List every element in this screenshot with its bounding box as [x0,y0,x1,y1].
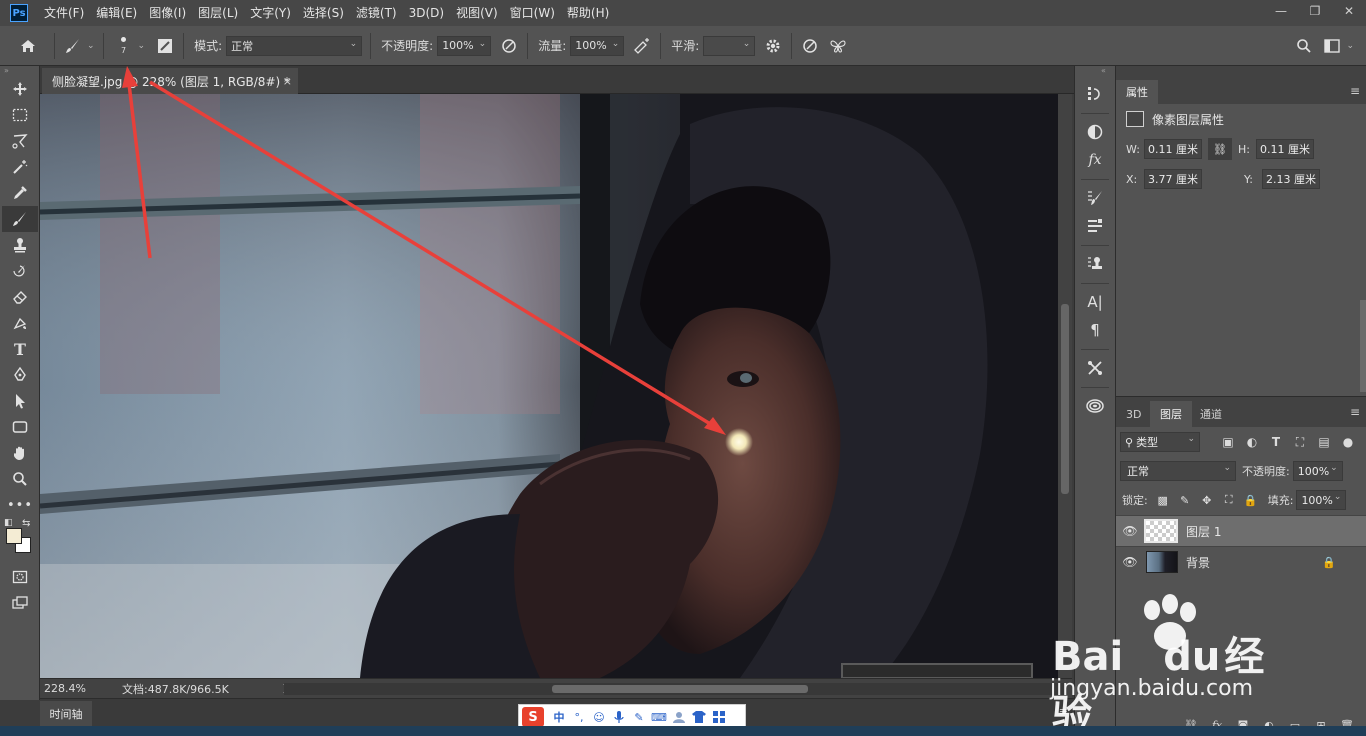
paragraph-panel-icon[interactable]: ¶ [1075,316,1115,344]
filter-adjustment-icon[interactable]: ◐ [1240,432,1264,452]
width-input[interactable]: 0.11 厘米 [1144,139,1202,159]
foreground-color-swatch[interactable] [6,528,22,544]
lock-pixels-icon[interactable]: ✎ [1174,494,1196,507]
height-input[interactable]: 0.11 厘米 [1256,139,1314,159]
chevron-down-icon: ⌄ [1330,463,1338,473]
search-icon: ⚲ [1125,435,1134,449]
height-label: H: [1238,142,1250,156]
properties-tabbar: 属性 ≡ [1116,66,1366,104]
panel-collapse-icon[interactable]: « [1075,66,1115,80]
history-panel-icon[interactable] [1075,80,1115,108]
filter-toggle-icon[interactable]: ● [1336,432,1360,452]
lock-position-icon[interactable]: ✥ [1196,494,1218,507]
y-label: Y: [1244,172,1253,186]
properties-header-label: 像素图层属性 [1152,112,1225,127]
filter-pixel-icon[interactable]: ▣ [1216,432,1240,452]
panel-menu-icon[interactable]: ≡ [1059,705,1068,718]
horizontal-scrollbar[interactable] [284,683,1064,695]
layer-opacity-value: 100% [1297,464,1330,478]
photoshop-window: Ps 文件(F) 编辑(E) 图像(I) 图层(L) 文字(Y) 选择(S) 滤… [0,0,1366,736]
blend-mode-value: 正常 [1127,465,1149,478]
layers-tabbar: 3D 图层 通道 ≡ [1116,397,1366,427]
filter-shape-icon[interactable]: ⛶ [1288,432,1312,452]
tab-layers[interactable]: 图层 [1150,401,1192,427]
filter-smart-object-icon[interactable]: ▤ [1312,432,1336,452]
panel-menu-icon[interactable]: ≡ [1350,405,1360,419]
panel-menu-icon[interactable]: ≡ [1350,84,1360,98]
position-row: X: 3.77 厘米 Y: 2.13 厘米 [1116,164,1366,194]
adjustments-panel-icon[interactable] [1075,118,1115,146]
link-icon[interactable]: ⛓ [1208,138,1232,160]
zoom-level[interactable]: 228.4% [40,682,96,695]
document-size[interactable]: 文档:487.8K/966.5K [122,681,252,697]
x-label: X: [1126,172,1138,186]
tab-3d[interactable]: 3D [1116,401,1151,427]
lock-icon: 🔒 [1322,555,1336,569]
panel-icon-dock: « fx A| ¶ [1074,66,1116,726]
layer-row[interactable]: 👁 背景 🔒 [1116,546,1366,577]
ime-mode-button[interactable]: 中 [549,707,569,727]
filter-type-icon[interactable]: T [1264,432,1288,452]
ime-user-icon[interactable] [669,707,689,727]
ime-emoji-icon[interactable]: ☺ [589,707,609,727]
tab-channels[interactable]: 通道 [1190,401,1232,427]
layer-name: 背景 [1186,555,1211,570]
sogou-logo-icon[interactable]: S [522,707,544,727]
visibility-eye-icon[interactable]: 👁 [1116,555,1144,569]
size-row: W: 0.11 厘米 ⛓ H: 0.11 厘米 [1116,134,1366,164]
lock-all-icon[interactable]: 🔒 [1240,494,1262,507]
ime-handwrite-icon[interactable]: ✎ [629,707,649,727]
lock-row: 锁定: ▩ ✎ ✥ ⛶ 🔒 填充: 100% ⌄ [1116,485,1366,515]
tab-properties[interactable]: 属性 [1116,80,1158,104]
clone-source-icon[interactable] [1075,250,1115,278]
styles-fx-icon[interactable]: fx [1075,146,1115,174]
layer-filter-value: 类型 [1136,436,1159,449]
properties-scrollbar[interactable] [1360,300,1366,392]
brush-settings-icon[interactable] [1075,184,1115,212]
fill-input[interactable]: 100% ⌄ [1296,490,1347,510]
layer-filter-icons: ▣ ◐ T ⛶ ▤ ● [1216,432,1360,452]
ime-voice-icon[interactable] [609,707,629,727]
scroll-thumb[interactable] [552,685,808,693]
ime-punct-button[interactable]: °, [569,707,589,727]
timeline-tab[interactable]: 时间轴 [40,701,92,727]
status-bar: 228.4% 文档:487.8K/966.5K ❯ [40,678,1072,698]
scroll-thumb[interactable] [1061,304,1069,494]
layer-name: 图层 1 [1186,524,1222,539]
windows-taskbar [0,726,1366,736]
libraries-cloud-icon[interactable] [1075,392,1115,420]
blend-row: 正常 ⌄ 不透明度: 100% ⌄ [1116,457,1366,485]
layer-row[interactable]: 👁 图层 1 [1116,515,1366,546]
fill-label: 填充: [1267,494,1294,507]
chevron-down-icon: ⌄ [1187,434,1195,444]
ime-toolbox-icon[interactable] [709,707,729,727]
vertical-scrollbar[interactable] [1058,94,1072,678]
visibility-eye-icon[interactable]: 👁 [1116,524,1144,538]
layers-panel: 3D 图层 通道 ≡ ⚲ 类型 ⌄ ▣ ◐ T ⛶ ▤ ● 正常 ⌄ 不透明度:… [1116,396,1366,736]
width-label: W: [1126,142,1140,156]
tool-presets-icon[interactable] [1075,212,1115,240]
properties-header: 像素图层属性 [1116,104,1366,134]
blend-mode-select[interactable]: 正常 ⌄ [1120,461,1236,481]
properties-panel: 属性 ≡ 像素图层属性 W: 0.11 厘米 ⛓ H: 0.11 厘米 X: 3… [1116,66,1366,396]
y-input[interactable]: 2.13 厘米 [1262,169,1320,189]
tools-panel-icon[interactable] [1075,354,1115,382]
lock-artboard-icon[interactable]: ⛶ [1218,493,1240,507]
pixel-layer-icon [1126,111,1144,127]
layer-filter-row: ⚲ 类型 ⌄ ▣ ◐ T ⛶ ▤ ● [1116,427,1366,457]
layer-opacity-label: 不透明度: [1242,465,1290,478]
fill-value: 100% [1301,493,1333,507]
lock-label: 锁定: [1122,494,1148,507]
layer-filter-select[interactable]: ⚲ 类型 ⌄ [1120,432,1200,452]
lock-transparent-icon[interactable]: ▩ [1152,494,1174,507]
ime-keyboard-icon[interactable]: ⌨ [649,707,669,727]
chevron-down-icon: ⌄ [1333,492,1342,502]
layer-thumbnail [1144,519,1178,543]
layer-thumbnail [1146,551,1178,573]
layer-opacity-input[interactable]: 100% ⌄ [1292,461,1343,481]
x-input[interactable]: 3.77 厘米 [1144,169,1202,189]
character-panel-icon[interactable]: A| [1075,288,1115,316]
chevron-down-icon: ⌄ [1223,463,1231,473]
ime-skin-icon[interactable] [689,707,709,727]
